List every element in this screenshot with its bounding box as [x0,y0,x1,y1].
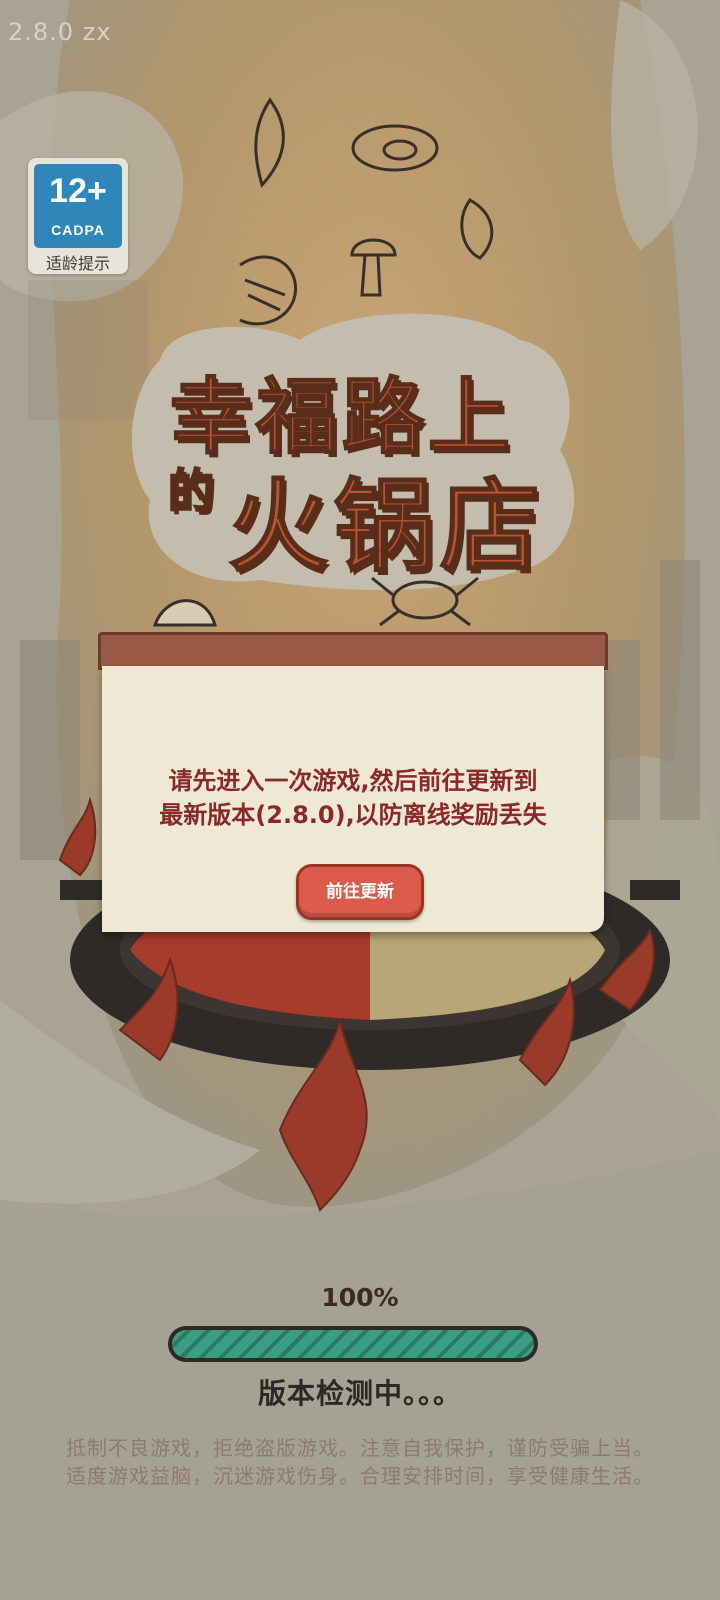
loading-status: 版本检测中。。。 [257,1377,462,1410]
dialog-message-line1: 请先进入一次游戏,然后前往更新到 [168,767,538,795]
age-rating-number: 12+ [49,172,107,210]
update-dialog: 请先进入一次游戏,然后前往更新到 最新版本(2.8.0),以防离线奖励丢失 前往… [98,632,608,932]
health-notice-line1: 抵制不良游戏，拒绝盗版游戏。注意自我保护，谨防受骗上当。 [66,1436,654,1460]
dialog-message: 请先进入一次游戏,然后前往更新到 最新版本(2.8.0),以防离线奖励丢失 [102,764,604,832]
progress-bar [168,1326,538,1362]
progress-percent: 100% [321,1283,399,1312]
go-update-button[interactable]: 前往更新 [296,864,424,920]
health-notice-line2: 适度游戏益脑，沉迷游戏伤身。合理安排时间，享受健康生活。 [66,1464,654,1488]
dialog-header [98,632,608,670]
age-rating-tip: 适龄提示 [45,254,110,273]
progress-fill [172,1330,534,1358]
dialog-message-line2: 最新版本(2.8.0),以防离线奖励丢失 [159,801,547,829]
game-title-line2: 火锅店 [227,466,546,586]
age-rating-org: CADPA [51,222,105,238]
age-rating-panel: 12+ CADPA [34,164,122,248]
game-title-small: 的 [167,463,215,519]
age-rating-badge[interactable]: 12+ CADPA 适龄提示 [28,158,128,274]
version-label: 2.8.0 zx [8,18,112,46]
